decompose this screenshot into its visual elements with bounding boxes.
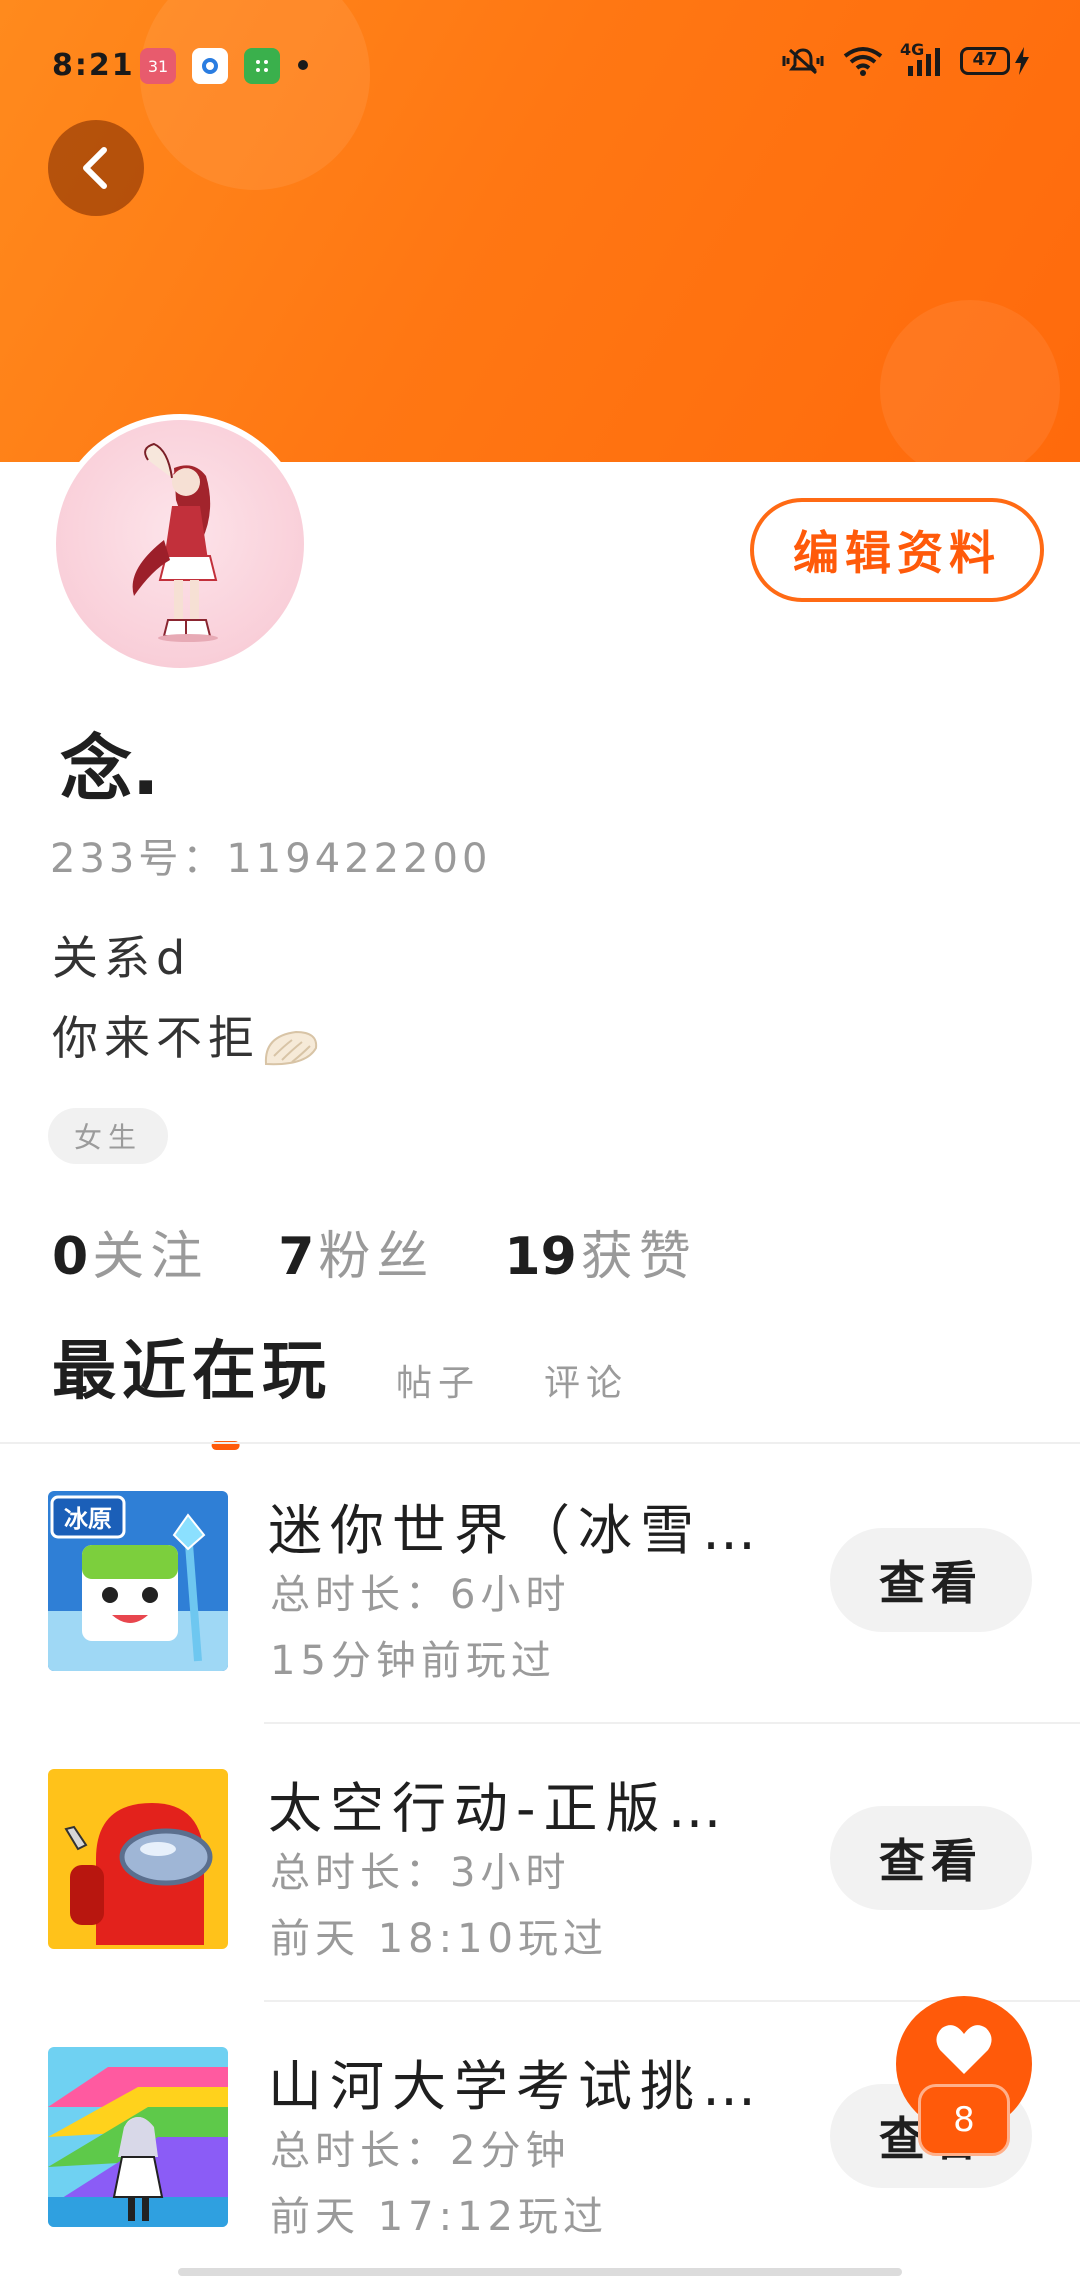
status-bar: 8:21 31 4G 47 (0, 0, 1080, 130)
mini-world-icon: 冰原 (48, 1491, 228, 1671)
stat-likes-label: 获赞 (580, 1227, 697, 1287)
profile-stats: 0关注 7粉丝 19获赞 (52, 1214, 697, 1289)
app-notification-icon (192, 48, 228, 84)
edit-profile-button[interactable]: 编辑资料 (750, 498, 1044, 602)
stat-following-label: 关注 (92, 1227, 209, 1287)
heart-icon (936, 2025, 992, 2074)
bio-line-2: 你来不拒 (52, 998, 320, 1078)
back-button[interactable] (48, 120, 144, 216)
battery-indicator: 47 (960, 47, 1030, 75)
status-time: 8:21 (52, 48, 135, 83)
mute-icon (780, 46, 826, 76)
like-count-badge: 8 (918, 2084, 1010, 2156)
svg-text:冰原: 冰原 (64, 1505, 112, 1533)
game-last-played: 15分钟前玩过 (270, 1638, 556, 1684)
stat-likes[interactable]: 19获赞 (504, 1214, 696, 1289)
bio-line-1: 关系d (52, 931, 192, 985)
game-last-played: 前天 17:12玩过 (270, 2194, 608, 2240)
user-id-value: 119422200 (226, 836, 492, 882)
list-item[interactable]: 太空行动-正版… 总时长：3小时 前天 18:10玩过 查看 (0, 1722, 1080, 2000)
status-icons: 4G 47 (780, 40, 1030, 76)
avatar[interactable] (50, 414, 310, 674)
view-button[interactable]: 查看 (830, 1806, 1032, 1910)
notification-dot-icon (298, 60, 308, 70)
view-button[interactable]: 查看 (830, 1528, 1032, 1632)
user-id: 233号：119422200 (50, 826, 491, 884)
bio: 关系d 你来不拒 (52, 918, 320, 1078)
stat-followers[interactable]: 7粉丝 (278, 1214, 434, 1289)
game-list: 冰原 迷你世界（冰雪… 总时长：6小时 15分钟前玩过 查看 太空行动-正版… … (0, 1444, 1080, 2278)
game-duration: 总时长：2分钟 (270, 2128, 571, 2174)
calendar-notification-icon: 31 (140, 48, 176, 84)
stat-following-count: 0 (52, 1227, 89, 1287)
gender-tag: 女生 (48, 1108, 168, 1164)
game-name: 迷你世界（冰雪… (268, 1499, 764, 1562)
tab-posts[interactable]: 帖子 (396, 1354, 480, 1440)
store-notification-icon (244, 48, 280, 84)
game-duration: 总时长：6小时 (270, 1572, 571, 1618)
list-item[interactable]: 冰原 迷你世界（冰雪… 总时长：6小时 15分钟前玩过 查看 (0, 1444, 1080, 1722)
stat-likes-count: 19 (504, 1227, 577, 1287)
stat-following[interactable]: 0关注 (52, 1214, 208, 1289)
wifi-icon (842, 46, 884, 76)
home-indicator (178, 2268, 902, 2276)
chevron-left-icon (83, 147, 107, 189)
stat-followers-count: 7 (278, 1227, 315, 1287)
shanhe-university-icon (48, 2047, 228, 2227)
bio-line-2-text: 你来不拒 (52, 1011, 260, 1065)
game-duration: 总时长：3小时 (270, 1850, 571, 1896)
battery-level: 47 (960, 47, 1010, 75)
tab-recently-played[interactable]: 最近在玩 (52, 1320, 332, 1440)
game-last-played: 前天 18:10玩过 (270, 1916, 608, 1962)
space-action-icon (48, 1769, 228, 1949)
game-name: 山河大学考试挑… (268, 2055, 764, 2118)
game-name: 太空行动-正版… (268, 1777, 730, 1840)
dumpling-emoji-icon (260, 1018, 320, 1066)
charging-icon (1015, 47, 1029, 75)
username: 念. (60, 727, 160, 811)
stat-followers-label: 粉丝 (318, 1227, 435, 1287)
cellular-signal-icon: 4G (900, 40, 944, 76)
profile-tabs: 最近在玩 帖子 评论 (52, 1330, 692, 1440)
tab-comments[interactable]: 评论 (544, 1354, 628, 1440)
avatar-image (56, 420, 304, 668)
user-id-label: 233号： (50, 836, 227, 882)
